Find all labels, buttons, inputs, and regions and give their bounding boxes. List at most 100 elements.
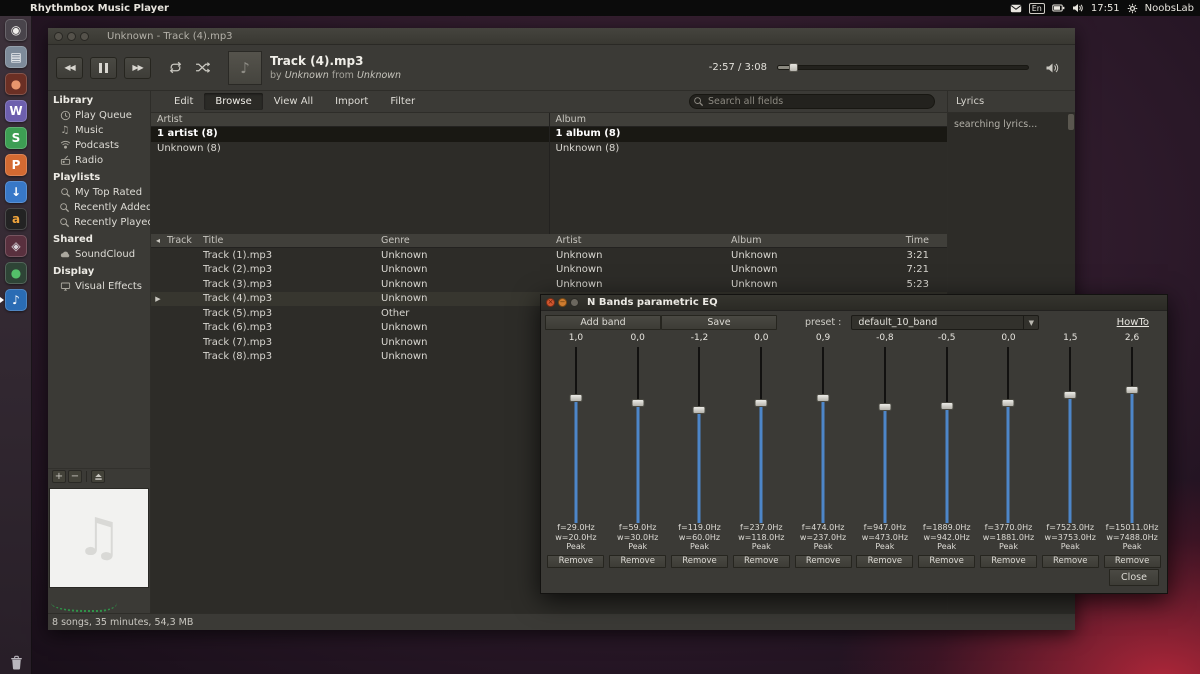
album-pane-header[interactable]: Album [549,113,947,127]
band-gain-slider[interactable] [916,347,978,523]
launcher-item-dash[interactable]: ◉ [0,16,32,43]
slider-handle[interactable] [1001,399,1015,408]
howto-link[interactable]: HowTo [1117,317,1149,328]
sidebar-item-recently-played[interactable]: Recently Played [48,215,150,230]
remove-source-button[interactable]: − [68,470,82,483]
launcher-item-settings[interactable]: ◈ [0,232,32,259]
launcher-item-wps-spreadsheets[interactable]: S [0,124,32,151]
save-preset-button[interactable]: Save [661,315,777,330]
remove-band-button[interactable]: Remove [670,554,728,568]
sidebar-item-music[interactable]: ♫ Music [48,123,150,138]
remove-band-button[interactable]: Remove [547,554,605,568]
launcher-item-downloader[interactable]: ↓ [0,178,32,205]
pause-button[interactable] [90,56,117,79]
seek-handle[interactable] [789,63,798,72]
eq-close-window-button[interactable]: × [546,298,555,307]
launcher-item-wps-presentation[interactable]: P [0,151,32,178]
album-column-header[interactable]: Album [729,235,879,246]
eq-titlebar[interactable]: × − N Bands parametric EQ [541,295,1167,311]
window-close-button[interactable] [54,31,63,41]
preset-dropdown[interactable]: default_10_band ▼ [851,315,1040,330]
band-gain-slider[interactable] [1039,347,1101,523]
band-gain-slider[interactable] [607,347,669,523]
playing-column-header[interactable]: ◂ [151,236,165,245]
slider-handle[interactable] [940,401,954,410]
eq-minimize-button[interactable]: − [558,298,567,307]
track-row[interactable]: Track (1).mp3 Unknown Unknown Unknown 3:… [151,248,947,263]
slider-handle[interactable] [1063,391,1077,400]
time-column-header[interactable]: Time [879,235,947,246]
band-gain-slider[interactable] [1101,347,1163,523]
remove-band-button[interactable]: Remove [732,554,790,568]
launcher-item-files[interactable]: ▤ [0,43,32,70]
band-gain-slider[interactable] [730,347,792,523]
add-band-button[interactable]: Add band [545,315,661,330]
eject-button[interactable] [91,470,105,483]
eq-maximize-button[interactable] [570,298,579,307]
slider-handle[interactable] [692,406,706,415]
previous-button[interactable]: ◀◀ [56,56,83,79]
menu-item-edit[interactable]: Edit [163,93,204,110]
slider-handle[interactable] [754,399,768,408]
launcher-item-browser[interactable]: ● [0,70,32,97]
remove-band-button[interactable]: Remove [794,554,852,568]
title-column-header[interactable]: Title [201,235,379,246]
launcher-item-amazon[interactable]: a [0,205,32,232]
slider-handle[interactable] [1125,386,1139,395]
browser-item-all-albums[interactable]: 1 album (8) [549,127,947,142]
sidebar-item-my-top-rated[interactable]: My Top Rated [48,185,150,200]
track-row[interactable]: Track (2).mp3 Unknown Unknown Unknown 7:… [151,263,947,278]
add-source-button[interactable]: + [52,470,66,483]
message-indicator-icon[interactable] [1010,3,1022,14]
band-gain-slider[interactable] [669,347,731,523]
remove-band-button[interactable]: Remove [856,554,914,568]
sidebar-item-play-queue[interactable]: Play Queue [48,108,150,123]
slider-handle[interactable] [569,394,583,403]
slider-handle[interactable] [878,402,892,411]
remove-band-button[interactable]: Remove [979,554,1037,568]
browser-item-unknown-album[interactable]: Unknown (8) [550,142,948,157]
menu-item-filter[interactable]: Filter [379,93,426,110]
session-gear-icon[interactable] [1127,3,1138,14]
remove-band-button[interactable]: Remove [609,554,667,568]
seek-slider[interactable] [777,63,1029,72]
search-input[interactable] [689,94,935,109]
remove-band-button[interactable]: Remove [918,554,976,568]
keyboard-layout-indicator[interactable]: En [1028,2,1045,14]
sidebar-item-podcasts[interactable]: Podcasts [48,138,150,153]
sidebar-item-radio[interactable]: Radio [48,153,150,168]
battery-icon[interactable] [1052,3,1065,13]
window-minimize-button[interactable] [67,31,76,41]
sidebar-item-visual-effects[interactable]: Visual Effects [48,279,150,294]
repeat-button[interactable] [164,59,187,76]
menu-item-import[interactable]: Import [324,93,379,110]
remove-band-button[interactable]: Remove [1041,554,1099,568]
band-gain-slider[interactable] [545,347,607,523]
sound-icon[interactable] [1072,3,1084,13]
window-maximize-button[interactable] [80,31,89,41]
session-user-label[interactable]: NoobsLab [1145,3,1194,14]
window-titlebar[interactable]: Unknown - Track (4).mp3 [48,28,1075,45]
band-gain-slider[interactable] [978,347,1040,523]
band-gain-slider[interactable] [792,347,854,523]
clock[interactable]: 17:51 [1091,3,1120,14]
shuffle-button[interactable] [191,59,214,76]
next-button[interactable]: ▶▶ [124,56,151,79]
volume-button[interactable] [1041,60,1063,76]
browser-item-unknown-artist[interactable]: Unknown (8) [151,142,549,157]
track-column-header[interactable]: Track [165,235,201,246]
artist-column-header[interactable]: Artist [554,235,729,246]
sidebar-item-recently-added[interactable]: Recently Added [48,200,150,215]
launcher-item-rhythmbox[interactable]: ♪ [0,286,32,313]
close-dialog-button[interactable]: Close [1109,569,1159,586]
launcher-trash-icon[interactable] [0,655,32,671]
lyrics-scrollbar[interactable] [1068,114,1074,130]
sidebar-item-soundcloud[interactable]: SoundCloud [48,247,150,262]
genre-column-header[interactable]: Genre [379,235,554,246]
slider-handle[interactable] [816,394,830,403]
remove-band-button[interactable]: Remove [1103,554,1161,568]
menu-item-browse[interactable]: Browse [204,93,263,110]
browser-item-all-artists[interactable]: 1 artist (8) [151,127,549,142]
track-row[interactable]: Track (3).mp3 Unknown Unknown Unknown 5:… [151,277,947,292]
launcher-item-wps-writer[interactable]: W [0,97,32,124]
